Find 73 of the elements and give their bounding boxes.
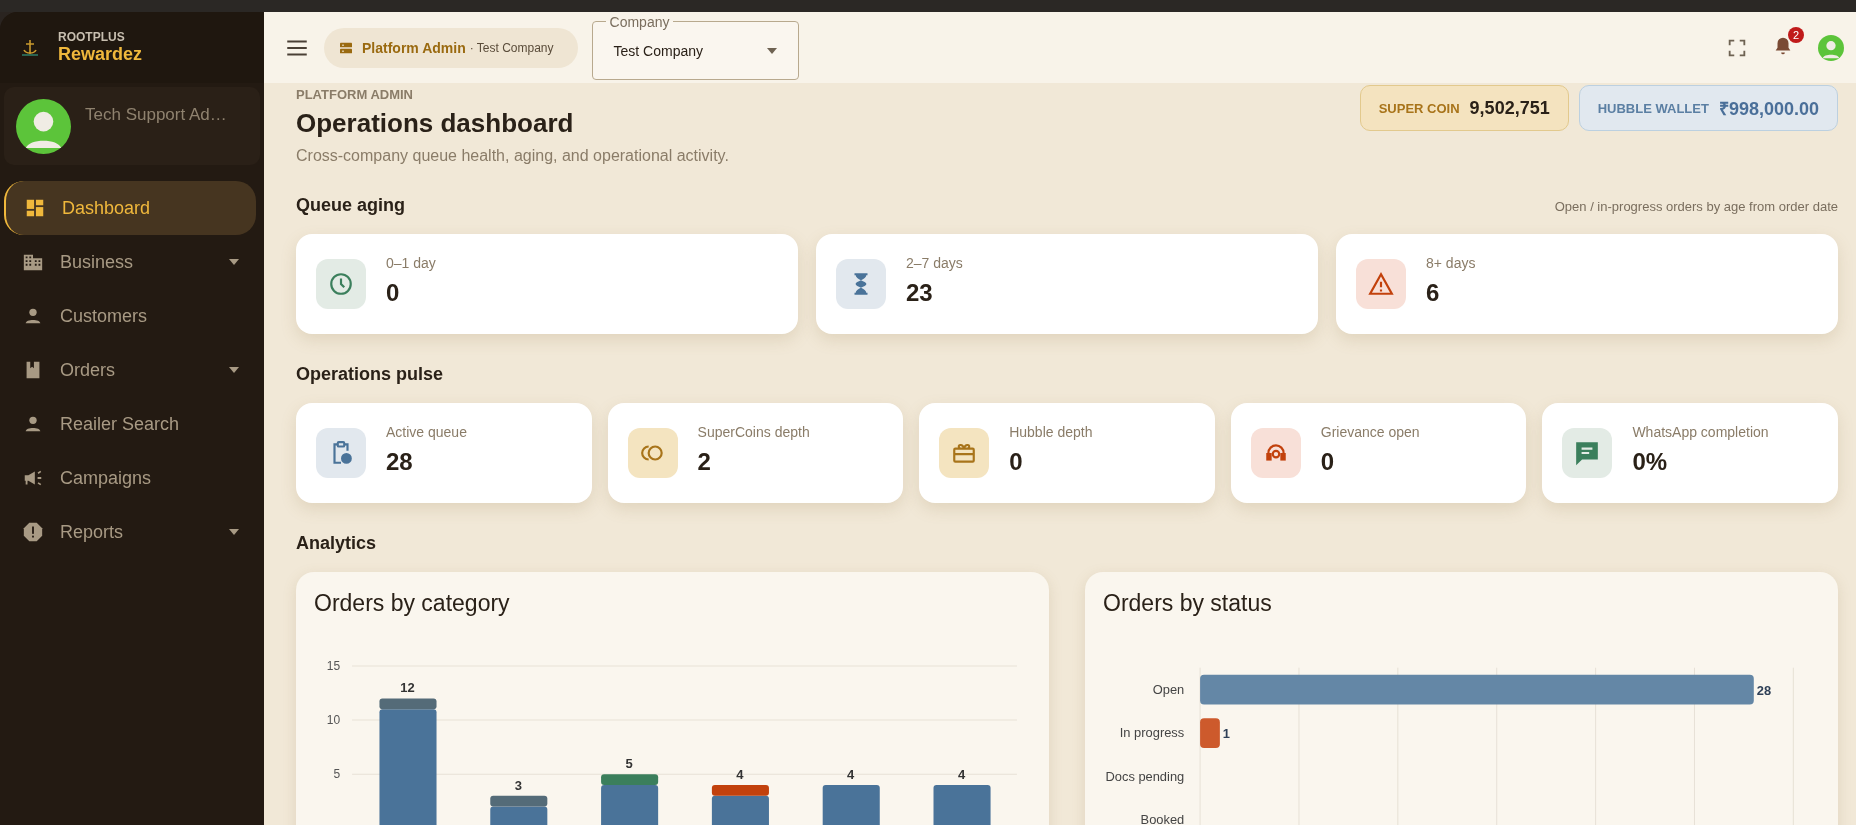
axis-category-label: Booked — [1140, 812, 1185, 825]
bar-value-label: 4 — [847, 767, 855, 782]
wallet-label: SUPER COIN — [1378, 100, 1460, 116]
notification-badge: 2 — [1788, 26, 1804, 43]
nav-item[interactable]: Orders — [4, 343, 256, 397]
stat-value: 0 — [1320, 448, 1336, 476]
chart-title: Orders by status — [1103, 590, 1273, 617]
bar-value-label: 1 — [1222, 726, 1230, 742]
user-name: Tech Support Ad… — [85, 105, 227, 125]
stat-label: 8+ days — [1426, 255, 1476, 271]
context-role: Platform Admin — [362, 39, 466, 56]
coins-icon — [627, 428, 678, 478]
stat-value: 0 — [1009, 448, 1024, 476]
stat-label: Grievance open — [1320, 424, 1420, 440]
page-subtitle: Cross-company queue health, aging, and operational activity. — [296, 147, 729, 165]
alert-icon — [22, 521, 44, 543]
brand-name: Rewardez — [58, 44, 143, 65]
stat-label: 0–1 day — [386, 255, 436, 271]
warning-icon — [1356, 259, 1406, 309]
wallet-value: 9,502,751 — [1469, 97, 1550, 119]
section-note: Open / in-progress orders by age from order date — [1554, 199, 1838, 214]
context-chip[interactable]: Platform Admin · Test Company — [324, 27, 578, 68]
stat-value: 28 — [386, 448, 414, 476]
nav-item[interactable]: Business — [4, 235, 256, 289]
bar-value-label: 28 — [1756, 682, 1772, 698]
axis-category-label: Docs pending — [1105, 768, 1185, 784]
clock-icon — [316, 259, 366, 309]
stat-label: 2–7 days — [906, 255, 963, 271]
bar-value-label: 4 — [736, 767, 744, 782]
bar-segment — [933, 785, 991, 825]
axis-category-label: In progress — [1119, 725, 1185, 741]
nav-item[interactable]: Reports — [4, 505, 256, 559]
page-title: Operations dashboard — [296, 108, 575, 139]
axis-tick-label: 5 — [333, 767, 341, 782]
stat-label: WhatsApp completion — [1632, 424, 1769, 440]
axis-tick-label: 10 — [326, 713, 341, 728]
bar-value-label: 12 — [400, 680, 415, 696]
gift-icon — [939, 428, 990, 478]
clipboard-icon — [316, 428, 366, 478]
stat-value: 0 — [386, 279, 401, 307]
axis-tick-label: 15 — [326, 659, 341, 674]
bar — [1200, 718, 1220, 749]
dashboard-icon — [24, 197, 46, 219]
nav-item[interactable]: Campaigns — [4, 451, 256, 505]
hourglass-icon — [836, 259, 886, 309]
stat-label: SuperCoins depth — [697, 424, 810, 440]
context-company: · Test Company — [469, 40, 554, 55]
stat-value: 0% — [1632, 448, 1669, 476]
section-title: Analytics — [296, 533, 378, 554]
nav-item[interactable]: Reailer Search — [4, 397, 256, 451]
chat-icon — [1562, 428, 1613, 478]
axis-category-label: Open — [1152, 681, 1185, 697]
stat-label: Active queue — [386, 424, 467, 440]
chart-title: Orders by category — [314, 590, 511, 617]
brand-subtitle: ROOTPLUS — [58, 30, 126, 44]
section-title: Queue aging — [296, 195, 405, 216]
page-eyebrow: PLATFORM ADMIN — [296, 87, 414, 102]
bar-value-label: 4 — [957, 767, 966, 782]
bar-value-label: 3 — [514, 777, 522, 793]
caret-icon — [765, 47, 778, 55]
wallet-label: HUBBLE WALLET — [1597, 100, 1709, 116]
bar-value-label: 5 — [625, 756, 633, 772]
nav-item[interactable]: Customers — [4, 289, 256, 343]
headset-icon — [1250, 428, 1301, 478]
stat-label: Hubble depth — [1009, 424, 1093, 440]
bar-segment — [822, 785, 880, 825]
stat-value: 2 — [697, 448, 712, 476]
section-title: Operations pulse — [296, 364, 445, 385]
stat-value: 6 — [1426, 279, 1441, 307]
stat-value: 23 — [906, 279, 934, 307]
nav-item[interactable]: Dashboard — [4, 181, 256, 235]
wallet-value: ₹998,000.00 — [1718, 98, 1819, 120]
avatar-icon — [16, 99, 71, 154]
